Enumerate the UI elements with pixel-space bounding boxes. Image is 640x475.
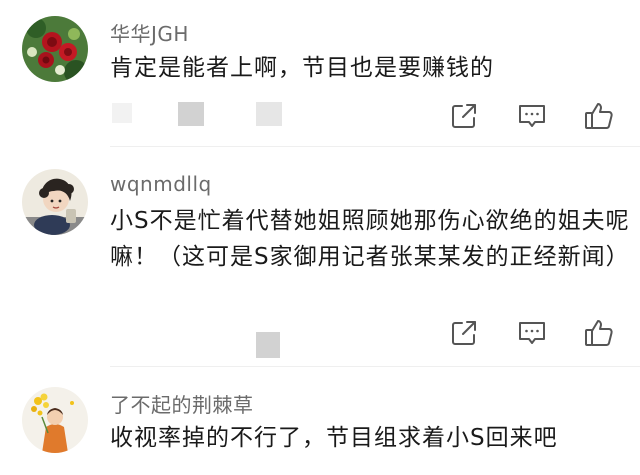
comment-username[interactable]: 了不起的荆棘草 bbox=[110, 389, 254, 418]
avatar[interactable] bbox=[22, 387, 88, 453]
comment-item: 了不起的荆棘草 收视率掉的不行了，节目组求着小S回来吧 bbox=[0, 0, 640, 475]
avatar-flower-girl-image bbox=[22, 387, 88, 453]
comment-text: 收视率掉的不行了，节目组求着小S回来吧 bbox=[110, 425, 558, 451]
